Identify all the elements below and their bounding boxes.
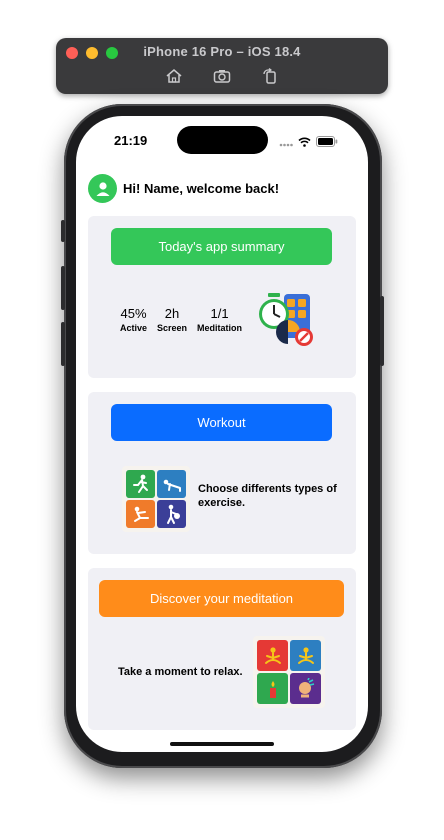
home-icon[interactable] — [164, 68, 184, 86]
stat-value: 1/1 — [210, 306, 229, 321]
simulator-title: iPhone 16 Pro – iOS 18.4 — [143, 44, 301, 59]
volume-down-button — [61, 322, 65, 366]
wifi-icon — [298, 134, 311, 152]
stat-value: 45% — [120, 306, 147, 321]
summary-card: Today's app summary 45% Active 2h Screen… — [88, 216, 356, 378]
simulator-titlebar: iPhone 16 Pro – iOS 18.4 — [56, 38, 388, 94]
stat-label: Active — [120, 323, 148, 333]
status-time: 21:19 — [114, 133, 148, 148]
ball-exercise-icon — [157, 500, 186, 528]
phone-screen: 21:19 Hi! Name, welcome back! Today's ap… — [76, 116, 368, 752]
meditation-card: Discover your meditation Take a moment t… — [88, 568, 356, 730]
meditation-pose-icon — [257, 640, 288, 671]
welcome-header: Hi! Name, welcome back! — [88, 174, 279, 203]
stat-meditation: 1/1 Meditation — [197, 306, 242, 333]
meditation-pose-icon — [290, 640, 321, 671]
avatar[interactable] — [88, 174, 117, 203]
screenshot-icon[interactable] — [212, 68, 232, 86]
stat-label: Meditation — [197, 323, 243, 333]
dynamic-island — [177, 126, 268, 154]
workout-button[interactable]: Workout — [111, 404, 332, 441]
screen-time-illustration-icon — [256, 290, 318, 348]
battery-icon — [316, 134, 338, 152]
stat-label: Screen — [157, 323, 188, 333]
home-indicator[interactable] — [170, 742, 274, 746]
signal-icon — [279, 134, 293, 152]
greeting-text: Hi! Name, welcome back! — [123, 181, 280, 196]
meditation-button[interactable]: Discover your meditation — [99, 580, 344, 617]
summary-stats: 45% Active 2h Screen 1/1 Meditation — [120, 306, 242, 333]
power-button — [380, 296, 384, 366]
running-icon — [126, 470, 155, 498]
stat-screen: 2h Screen — [157, 306, 187, 333]
candle-icon — [257, 673, 288, 704]
pushup-icon — [157, 470, 186, 498]
rotate-icon[interactable] — [260, 68, 280, 86]
workout-card: Workout Choose differents types of exerc… — [88, 392, 356, 554]
exercise-types-image — [122, 466, 190, 532]
stat-value: 2h — [164, 306, 180, 321]
meditation-image — [253, 636, 325, 708]
meditation-description: Take a moment to relax. — [118, 666, 243, 678]
action-button — [61, 220, 65, 242]
workout-description: Choose differents types of exercise. — [198, 483, 337, 509]
stretching-icon — [126, 500, 155, 528]
app-summary-button[interactable]: Today's app summary — [111, 228, 332, 265]
volume-up-button — [61, 266, 65, 310]
stat-active: 45% Active — [120, 306, 147, 333]
mindful-head-icon — [290, 673, 321, 704]
person-icon — [96, 181, 109, 196]
